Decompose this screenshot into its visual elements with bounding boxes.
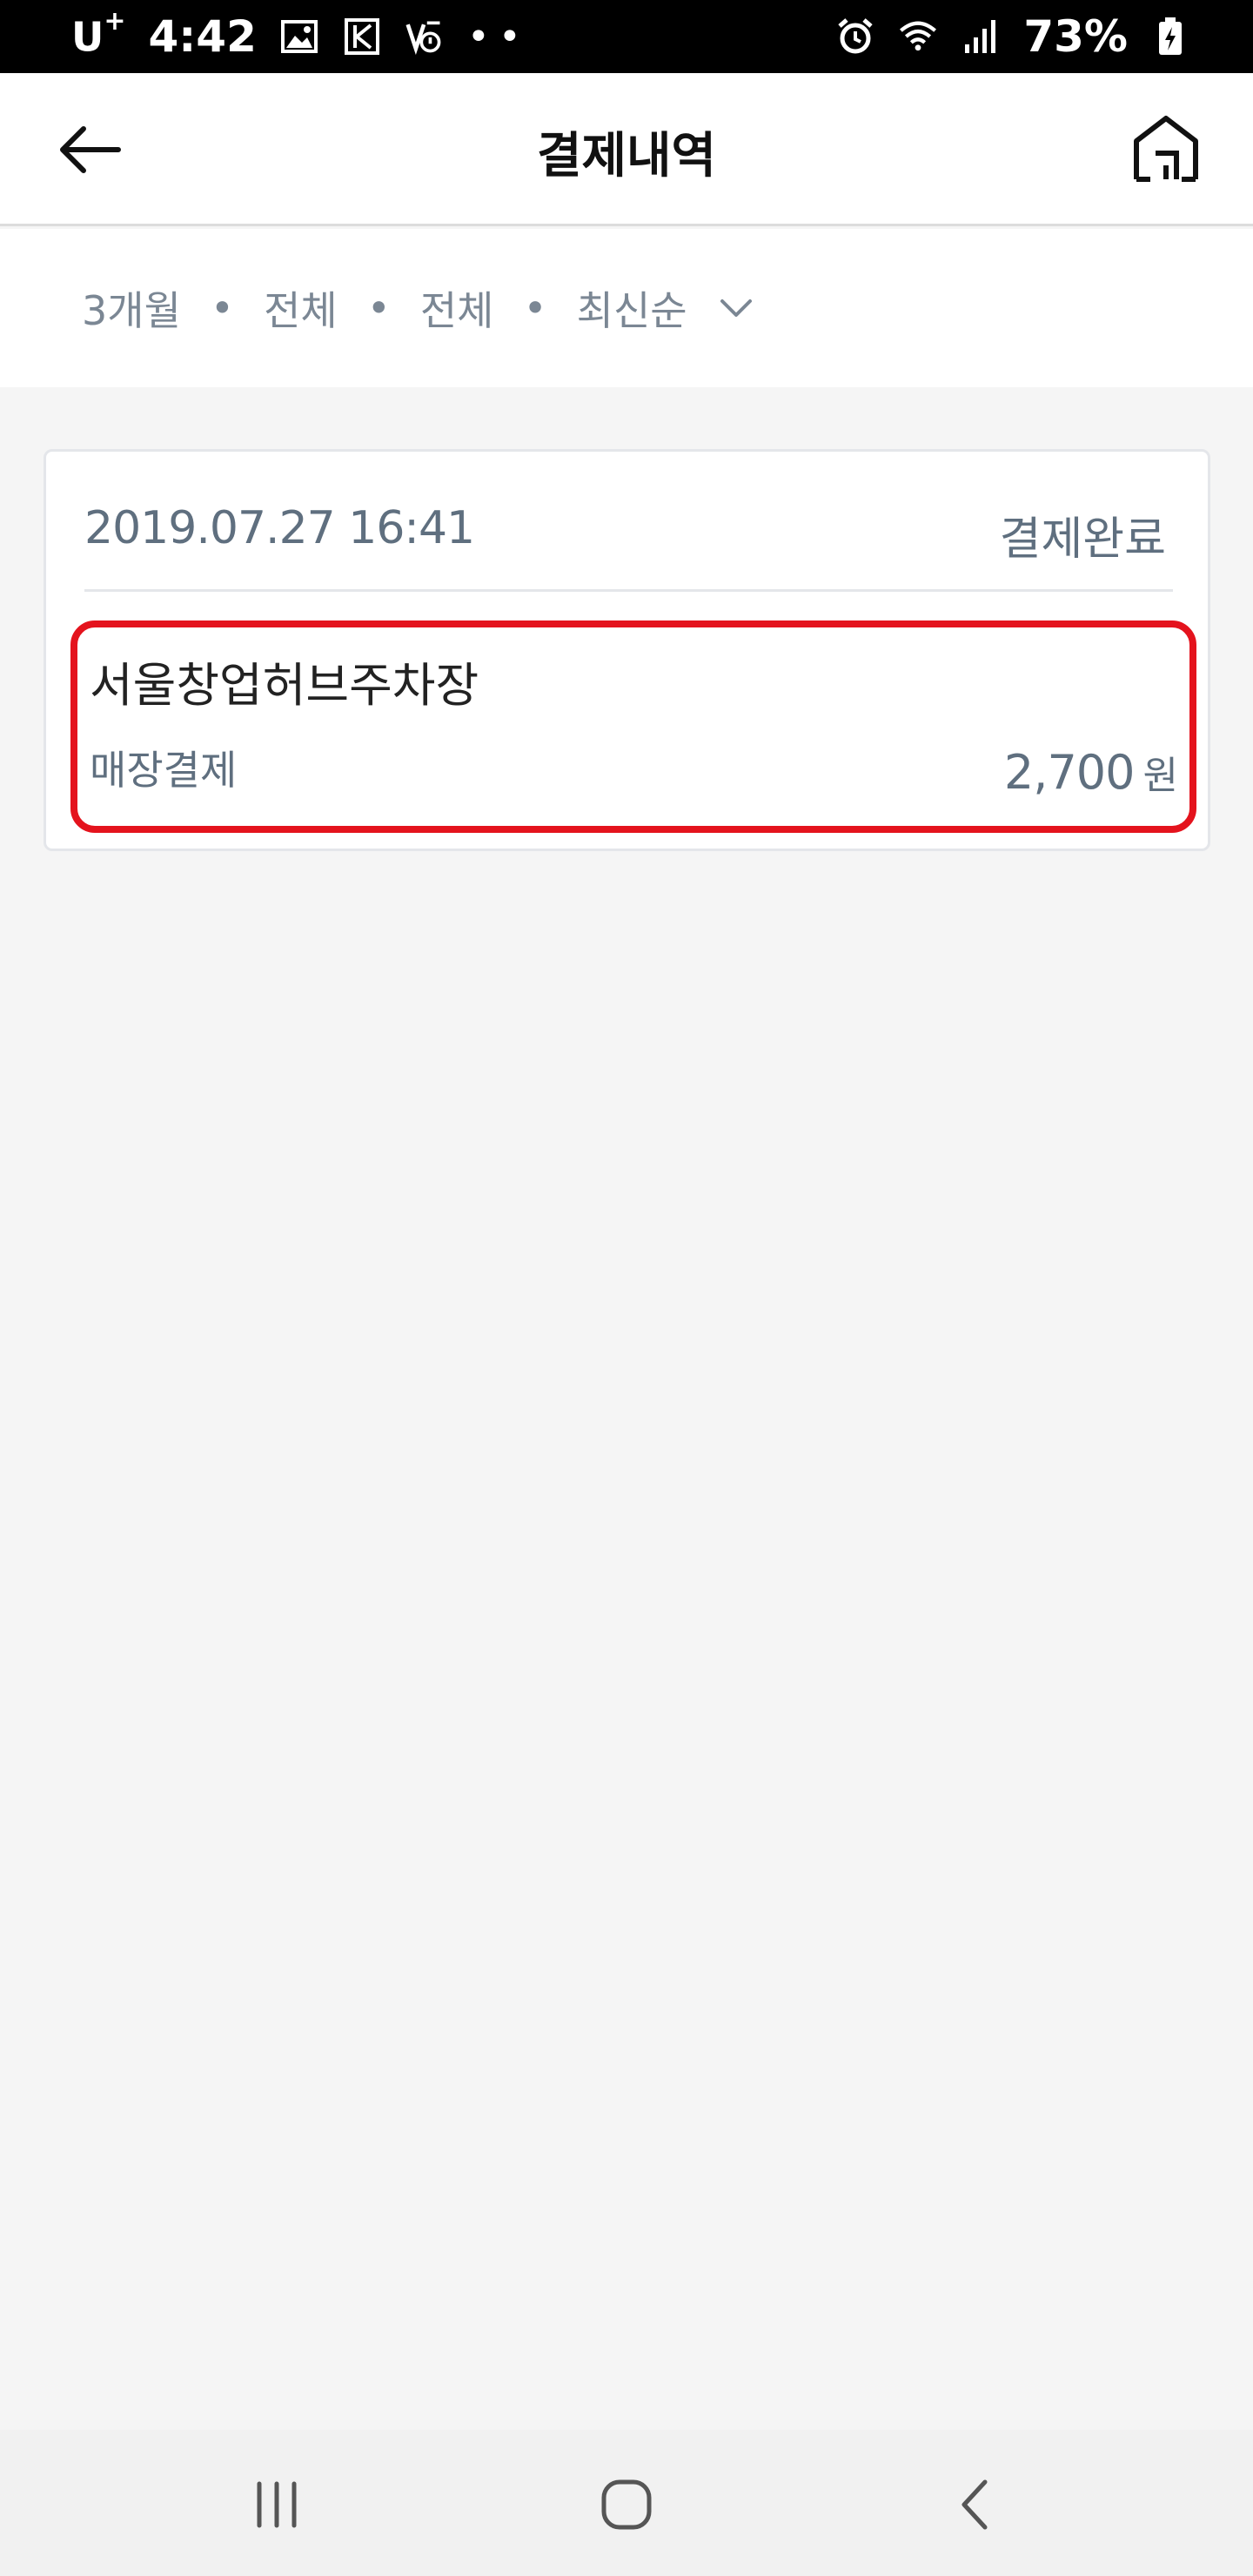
battery-charging-icon bbox=[1150, 17, 1190, 57]
chevron-down-icon[interactable] bbox=[719, 298, 754, 319]
page-title: 결제내역 bbox=[536, 128, 717, 184]
notification-icon bbox=[405, 17, 445, 57]
amount-currency: 원 bbox=[1142, 754, 1178, 798]
filter-sort[interactable]: 최신순 bbox=[577, 279, 687, 337]
amount-value: 2,700 bbox=[1003, 745, 1136, 800]
back-chevron-icon bbox=[962, 2479, 988, 2530]
wifi-icon bbox=[898, 17, 938, 57]
carrier-label: U+ bbox=[71, 5, 126, 61]
signal-icon bbox=[961, 17, 1001, 57]
card-divider bbox=[84, 589, 1173, 592]
payment-amount: 2,700 원 bbox=[1003, 744, 1178, 800]
image-icon bbox=[279, 17, 319, 57]
transaction-detail-highlighted[interactable]: 서울창업허브주차장 매장결제 2,700 원 bbox=[70, 621, 1196, 833]
status-right: 73% bbox=[835, 11, 1190, 62]
transaction-card[interactable]: 2019.07.27 16:41 결제완료 서울창업허브주차장 매장결제 2,7… bbox=[44, 449, 1210, 851]
system-nav-bar bbox=[0, 2430, 1253, 2576]
recent-apps-icon bbox=[257, 2481, 297, 2528]
battery-percent: 73% bbox=[1023, 11, 1128, 62]
home-nav-button[interactable] bbox=[583, 2461, 670, 2548]
status-left: U+ 4:42 •• bbox=[71, 5, 530, 62]
filter-separator: • bbox=[523, 285, 547, 332]
back-nav-button[interactable] bbox=[931, 2461, 1018, 2548]
filter-period[interactable]: 3개월 bbox=[82, 279, 181, 337]
filter-bar[interactable]: 3개월 • 전체 • 전체 • 최신순 bbox=[0, 229, 1253, 387]
filter-type[interactable]: 전체 bbox=[264, 279, 338, 337]
home-circle-icon bbox=[601, 2479, 652, 2530]
filter-separator: • bbox=[210, 285, 235, 332]
status-bar: U+ 4:42 •• 73% bbox=[0, 0, 1253, 73]
filter-separator: • bbox=[366, 285, 391, 332]
alarm-icon bbox=[835, 17, 875, 57]
filter-status[interactable]: 전체 bbox=[420, 279, 494, 337]
k-icon bbox=[342, 17, 382, 57]
recent-apps-button[interactable] bbox=[233, 2461, 320, 2548]
transaction-datetime: 2019.07.27 16:41 bbox=[84, 502, 475, 554]
home-icon bbox=[1134, 116, 1198, 182]
more-notifications-indicator: •• bbox=[466, 14, 530, 59]
app-bar: 결제내역 bbox=[0, 73, 1253, 226]
store-name: 서울창업허브주차장 bbox=[90, 658, 479, 713]
payment-type: 매장결제 bbox=[90, 747, 238, 794]
status-time: 4:42 bbox=[148, 11, 257, 62]
home-button[interactable] bbox=[1122, 106, 1209, 193]
transaction-status: 결제완료 bbox=[999, 513, 1166, 566]
